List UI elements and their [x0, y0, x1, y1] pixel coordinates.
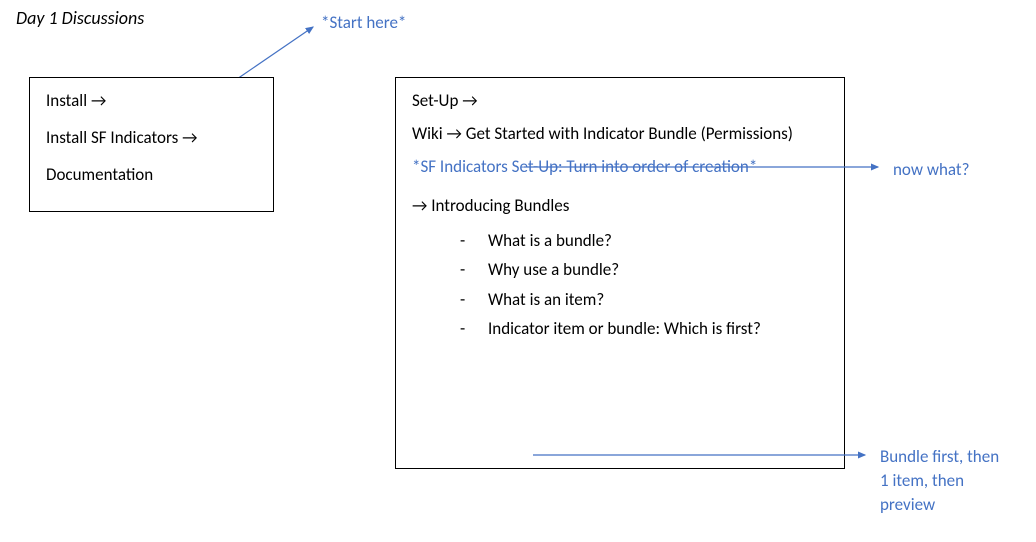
annotation-bundle-first: Bundle first, then 1 item, then preview [880, 445, 1010, 516]
bullet-why-use-bundle: Why use a bundle? [460, 257, 828, 283]
bundles-bullet-list: What is a bundle? Why use a bundle? What… [412, 228, 828, 342]
annotation-start-here: *Start here* [321, 11, 406, 35]
arrow-icon: → [447, 123, 462, 144]
arrow-icon: → [462, 90, 477, 111]
install-text: Install [46, 90, 87, 111]
intro-bundles-line: → Introducing Bundles [412, 195, 828, 218]
box-setup: Set-Up → Wiki → Get Started with Indicat… [395, 77, 845, 469]
wiki-prefix: Wiki [412, 123, 443, 144]
install-line-1: Install → [46, 90, 257, 111]
documentation-text: Documentation [46, 164, 153, 185]
install-sf-text: Install SF Indicators [46, 127, 178, 148]
wiki-text: Get Started with Indicator Bundle (Permi… [466, 123, 793, 144]
intro-bundles-text: Introducing Bundles [431, 195, 569, 216]
box-install: Install → Install SF Indicators → Docume… [29, 77, 274, 212]
install-line-2: Install SF Indicators → [46, 127, 257, 148]
sf-indicators-note: *SF Indicators Set-Up: Turn into order o… [412, 156, 828, 179]
setup-line: Set-Up → [412, 90, 828, 113]
arrow-icon: → [412, 195, 427, 216]
page-title: Day 1 Discussions [16, 7, 144, 29]
wiki-line: Wiki → Get Started with Indicator Bundle… [412, 123, 828, 146]
bullet-which-is-first: Indicator item or bundle: Which is first… [460, 316, 828, 342]
annotation-now-what: now what? [893, 158, 969, 182]
bullet-what-is-bundle: What is a bundle? [460, 228, 828, 254]
arrow-icon: → [182, 127, 197, 148]
arrow-icon: → [91, 90, 106, 111]
arrow-to-start-here [235, 23, 320, 83]
bullet-what-is-item: What is an item? [460, 287, 828, 313]
install-line-3: Documentation [46, 164, 257, 185]
setup-text: Set-Up [412, 90, 458, 111]
